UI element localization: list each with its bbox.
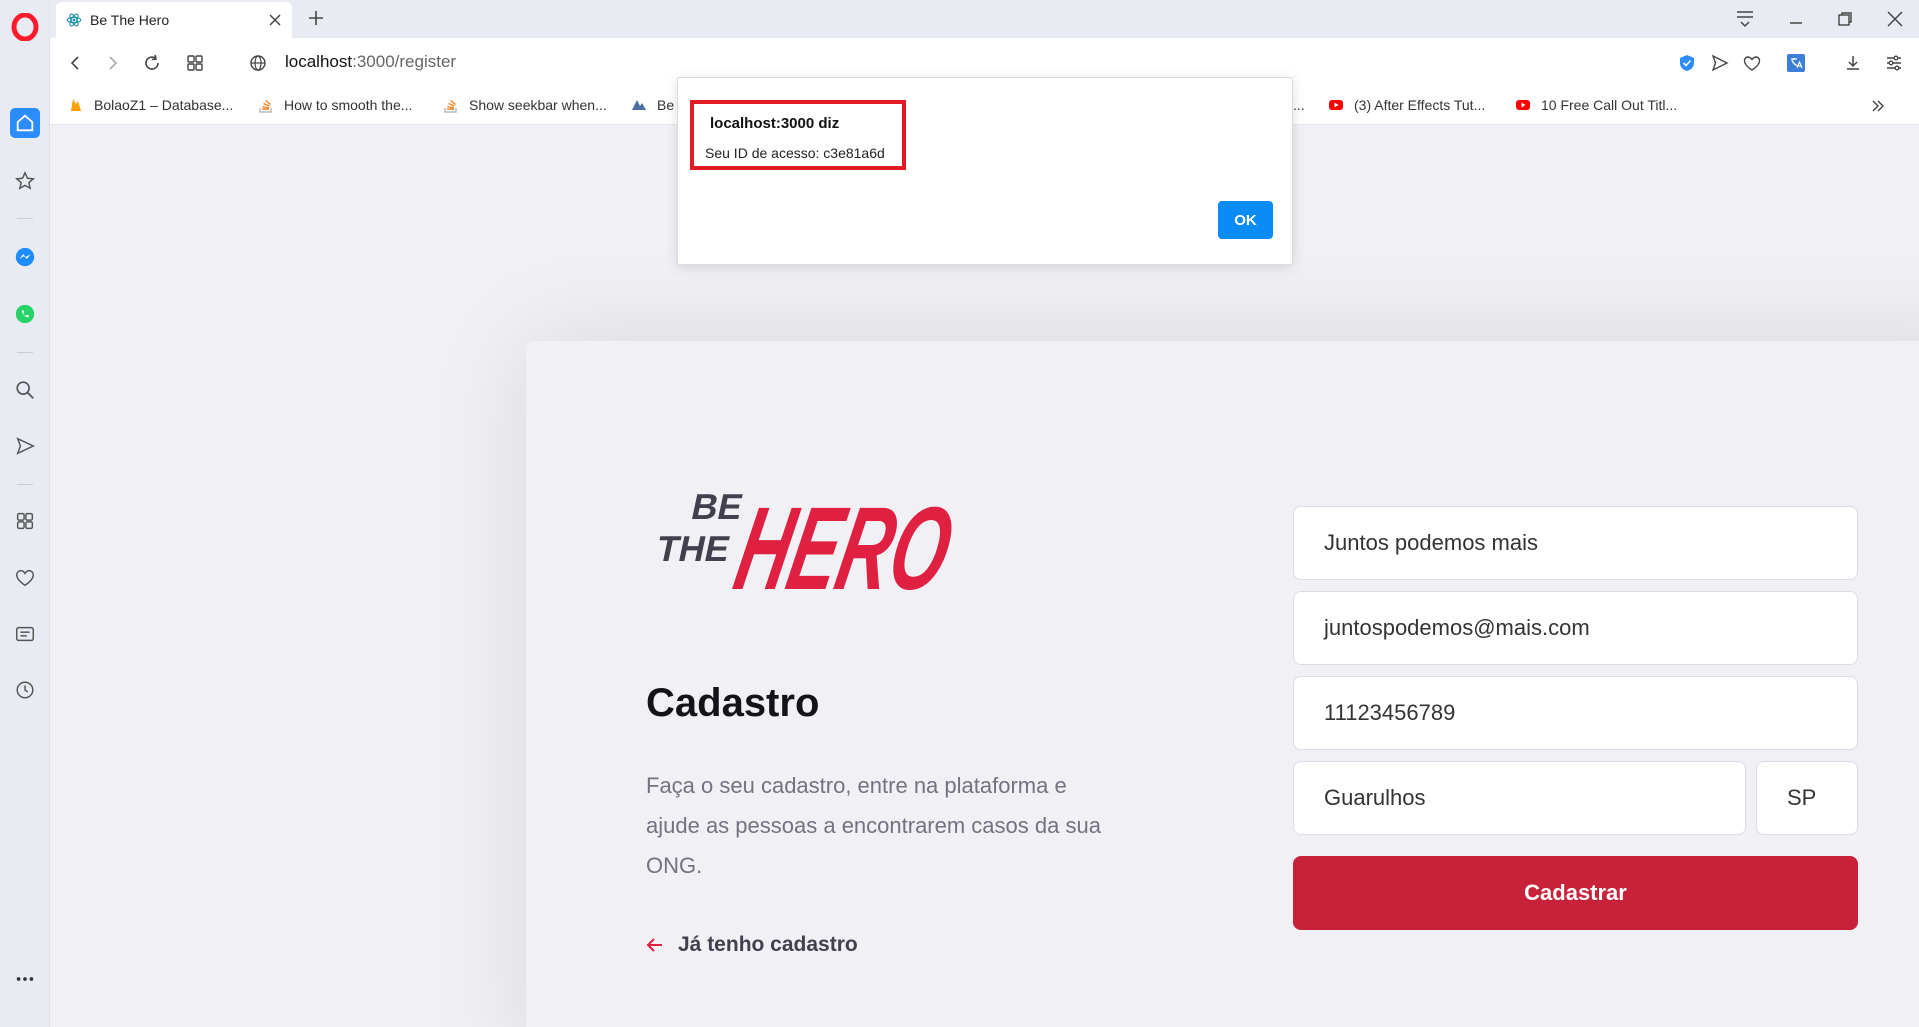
tab-menu-icon[interactable] [1734,8,1756,30]
bookmark-icon [632,100,646,110]
dialog-ok-button[interactable]: OK [1218,201,1273,239]
send-snapshot-icon[interactable] [1709,52,1731,74]
more-options-icon[interactable] [12,966,38,992]
bookmark-item[interactable]: (3) After Effects Tut... [1328,97,1485,113]
bookmark-item[interactable]: How to smooth the... [258,97,412,113]
register-card: BE THE HERO Cadastro Faça o seu cadastro… [526,341,1919,1027]
stackoverflow-icon [259,99,272,113]
bookmark-label: BolaoZ1 – Database... [94,97,234,113]
star-icon[interactable] [12,168,38,194]
page-title: Cadastro [646,681,820,725]
shield-check-icon[interactable] [1676,52,1698,74]
url-field[interactable]: localhost:3000/register [285,52,456,72]
close-tab-icon[interactable] [268,13,282,27]
bookmark-label: ... [1293,97,1305,113]
translate-icon[interactable] [1785,52,1807,74]
youtube-icon [1516,100,1530,110]
restore-icon[interactable] [1834,8,1856,30]
logo-be-text: BE [688,486,747,527]
opera-sidebar [0,0,50,1027]
be-the-hero-logo: BE THE HERO [653,483,963,601]
chevron-double-right-icon[interactable] [1870,98,1886,114]
youtube-icon [1329,100,1343,110]
back-icon[interactable] [64,52,86,74]
forward-icon[interactable] [102,52,124,74]
arrow-left-icon [646,938,662,952]
react-favicon-icon [66,13,82,27]
bookmark-heart-icon[interactable] [1741,52,1763,74]
bookmark-label: How to smooth the... [284,97,413,113]
heart-icon[interactable] [12,565,38,591]
bookmark-item[interactable]: BolaoZ1 – Database... [68,97,233,113]
search-icon[interactable] [12,377,38,403]
url-path: :3000/register [352,52,457,71]
ngo-name-input[interactable]: Juntos podemos mais [1293,506,1858,580]
new-tab-plus-icon[interactable] [306,8,326,28]
speed-dial-grid-icon[interactable] [184,52,206,74]
opera-logo-icon[interactable] [11,13,39,41]
download-icon[interactable] [1842,52,1864,74]
email-input[interactable]: juntospodemos@mais.com [1293,591,1858,665]
news-icon[interactable] [12,621,38,647]
bookmark-item[interactable]: Show seekbar when... [443,97,607,113]
back-link-label: Já tenho cadastro [678,933,858,956]
bookmark-item[interactable]: ... [1293,97,1305,113]
dialog-message: Seu ID de acesso: c3e81a6d [705,145,885,161]
dialog-title: localhost:3000 diz [710,115,840,132]
globe-icon [247,52,269,74]
home-icon[interactable] [10,108,40,138]
logo-hero-text: HERO [725,483,963,601]
register-submit-button[interactable]: Cadastrar [1293,856,1858,930]
whatsapp-icon[interactable] [12,301,38,327]
reload-icon[interactable] [141,52,163,74]
bookmark-label: 10 Free Call Out Titl... [1541,97,1678,113]
uf-input[interactable]: SP [1756,761,1858,835]
city-input[interactable]: Guarulhos [1293,761,1746,835]
apps-grid-icon[interactable] [12,508,38,534]
bookmark-item[interactable]: Be [631,97,674,113]
tab-strip: Be The Hero [50,0,1919,38]
browser-window: Be The Hero localhost:3000/register Bola… [0,0,1919,1027]
logo-the-text: THE [653,528,734,569]
tab-title: Be The Hero [90,12,170,28]
whatsapp-input[interactable]: 11123456789 [1293,676,1858,750]
easy-setup-icon[interactable] [1883,52,1905,74]
bookmark-item[interactable]: 10 Free Call Out Titl... [1515,97,1677,113]
bookmark-label: Show seekbar when... [469,97,607,113]
tab-be-the-hero[interactable]: Be The Hero [56,2,292,38]
send-icon[interactable] [12,433,38,459]
login-back-link[interactable]: Já tenho cadastro [646,933,858,957]
url-host: localhost [285,52,353,71]
messenger-icon[interactable] [12,244,38,270]
close-window-icon[interactable] [1884,8,1906,30]
alert-dialog: localhost:3000 diz Seu ID de acesso: c3e… [677,77,1293,265]
page-description: Faça o seu cadastro, entre na plataforma… [646,773,1101,878]
stackoverflow-icon [444,99,457,113]
bookmark-label: (3) After Effects Tut... [1354,97,1486,113]
firebase-icon [71,99,81,111]
history-clock-icon[interactable] [12,677,38,703]
minimize-icon[interactable] [1785,8,1807,30]
bookmark-label: Be [657,97,675,113]
